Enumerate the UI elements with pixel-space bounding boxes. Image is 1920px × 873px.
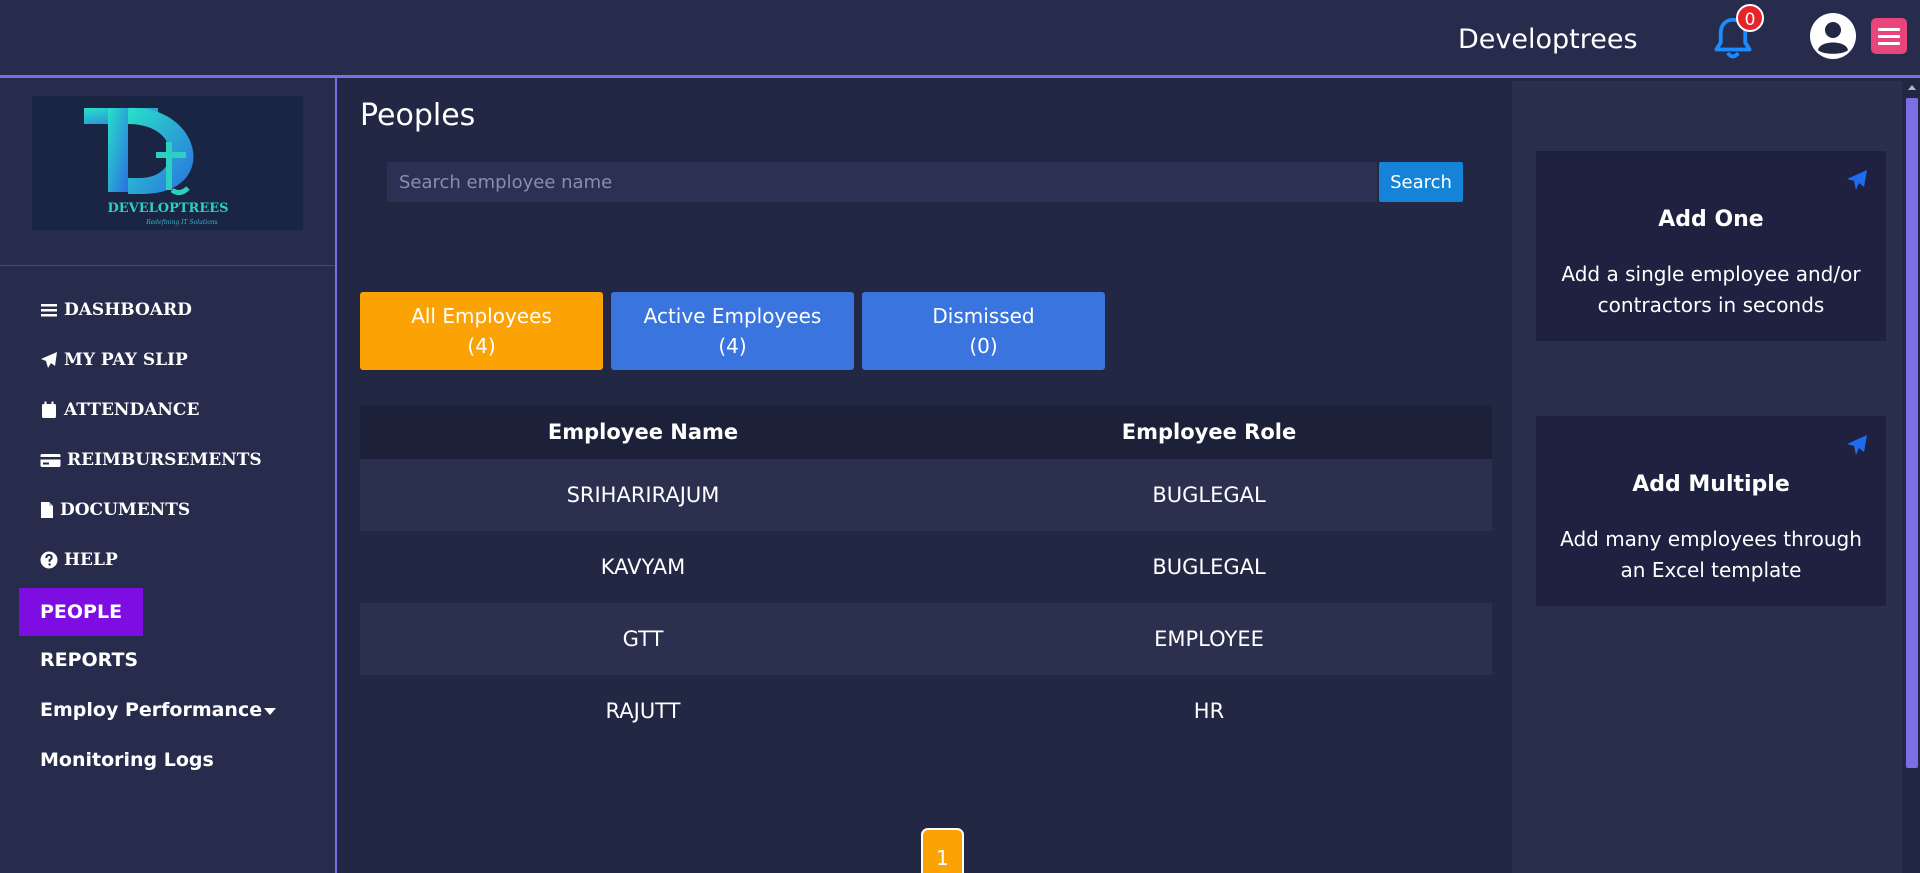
filter-dismissed-button[interactable]: Dismissed (0) — [862, 292, 1105, 370]
sidebar-item-label: Monitoring Logs — [40, 749, 214, 771]
calendar-icon — [42, 401, 56, 418]
sidebar-item-label: REIMBURSEMENTS — [67, 450, 262, 470]
filter-count: (4) — [718, 334, 747, 358]
sidebar-item-my-pay-slip[interactable]: MY PAY SLIP — [40, 342, 188, 378]
sidebar-item-people[interactable]: PEOPLE — [19, 588, 144, 636]
employee-role-cell: BUGLEGAL — [1152, 483, 1266, 507]
sidebar-item-reimbursements[interactable]: REIMBURSEMENTS — [40, 442, 262, 478]
search-button[interactable]: Search — [1379, 162, 1463, 202]
table-row[interactable]: RAJUTT HR — [360, 675, 1492, 747]
paper-plane-icon — [41, 352, 57, 368]
table-row[interactable]: SRIHARIRAJUM BUGLEGAL — [360, 459, 1492, 531]
paper-plane-icon — [1847, 435, 1867, 455]
employee-name-cell: SRIHARIRAJUM — [566, 483, 720, 507]
hamburger-menu-button[interactable] — [1871, 18, 1907, 54]
company-name: Developtrees — [1458, 24, 1638, 55]
caret-down-icon — [264, 708, 277, 715]
employee-role-cell: EMPLOYEE — [1154, 627, 1264, 651]
question-circle-icon — [40, 551, 58, 569]
employee-name-cell: KAVYAM — [600, 555, 686, 579]
filter-active-employees-button[interactable]: Active Employees (4) — [611, 292, 854, 370]
add-multiple-card[interactable]: Add Multiple Add many employees through … — [1536, 416, 1886, 606]
table-header: Employee Name Employee Role — [360, 405, 1492, 459]
main-content: Peoples Search All Employees (4) Active … — [337, 81, 1512, 873]
sidebar-item-dashboard[interactable]: DASHBOARD — [40, 292, 192, 328]
filter-label: Dismissed — [932, 304, 1035, 328]
add-one-card[interactable]: Add One Add a single employee and/or con… — [1536, 151, 1886, 341]
sidebar-item-label: DASHBOARD — [64, 300, 192, 320]
scrollbar-thumb[interactable] — [1906, 98, 1918, 768]
sidebar-item-attendance[interactable]: ATTENDANCE — [40, 392, 199, 428]
credit-card-icon — [40, 454, 61, 467]
column-header-role: Employee Role — [1121, 420, 1297, 444]
paper-plane-icon — [1847, 170, 1867, 190]
sidebar-item-monitoring-logs[interactable]: Monitoring Logs — [40, 742, 214, 778]
sidebar-item-label: ATTENDANCE — [64, 400, 200, 420]
user-avatar-icon[interactable] — [1809, 12, 1857, 60]
bars-icon — [41, 304, 57, 317]
employee-table: Employee Name Employee Role SRIHARIRAJUM… — [360, 405, 1492, 747]
sidebar-item-label: DOCUMENTS — [60, 500, 191, 520]
employee-role-cell: HR — [1193, 699, 1225, 723]
svg-text:Redefining IT Solutions: Redefining IT Solutions — [145, 219, 218, 226]
sidebar-item-label: Employ Performance — [40, 699, 263, 721]
filter-label: All Employees — [411, 304, 552, 328]
card-title: Add One — [1658, 207, 1764, 232]
filter-all-employees-button[interactable]: All Employees (4) — [360, 292, 603, 370]
card-description: Add a single employee and/or contractors… — [1561, 262, 1861, 317]
sidebar-item-label: REPORTS — [40, 649, 139, 671]
sidebar-item-label: MY PAY SLIP — [64, 350, 188, 370]
svg-text:DEVELOPTREES: DEVELOPTREES — [107, 201, 228, 216]
pagination-page-button[interactable]: 1 — [921, 828, 964, 873]
employee-name-cell: GTT — [622, 627, 664, 651]
file-icon — [41, 502, 53, 518]
card-description: Add many employees through an Excel temp… — [1560, 527, 1862, 582]
employee-role-cell: BUGLEGAL — [1152, 555, 1266, 579]
filter-count: (0) — [969, 334, 998, 358]
right-panel: Add One Add a single employee and/or con… — [1512, 81, 1902, 873]
table-row[interactable]: KAVYAM BUGLEGAL — [360, 531, 1492, 603]
sidebar-item-documents[interactable]: DOCUMENTS — [40, 492, 190, 528]
filter-count: (4) — [467, 334, 496, 358]
sidebar-item-help[interactable]: HELP — [40, 542, 118, 578]
table-row[interactable]: GTT EMPLOYEE — [360, 603, 1492, 675]
sidebar: DEVELOPTREES Redefining IT Solutions DAS… — [0, 78, 337, 873]
sidebar-divider — [0, 265, 335, 266]
sidebar-item-label: PEOPLE — [40, 601, 123, 623]
card-title: Add Multiple — [1632, 472, 1790, 497]
notification-badge: 0 — [1736, 4, 1764, 32]
sidebar-item-label: HELP — [64, 550, 118, 570]
sidebar-item-reports[interactable]: REPORTS — [40, 642, 138, 678]
column-header-name: Employee Name — [547, 420, 739, 444]
sidebar-item-employ-performance[interactable]: Employ Performance — [40, 692, 277, 728]
company-logo: DEVELOPTREES Redefining IT Solutions — [32, 96, 303, 230]
top-bar: Developtrees 0 — [0, 0, 1920, 78]
employee-name-cell: RAJUTT — [605, 699, 681, 723]
scroll-up-arrow-icon[interactable] — [1908, 85, 1916, 90]
filter-label: Active Employees — [643, 304, 822, 328]
page-title: Peoples — [360, 98, 476, 133]
search-input[interactable] — [387, 162, 1377, 202]
